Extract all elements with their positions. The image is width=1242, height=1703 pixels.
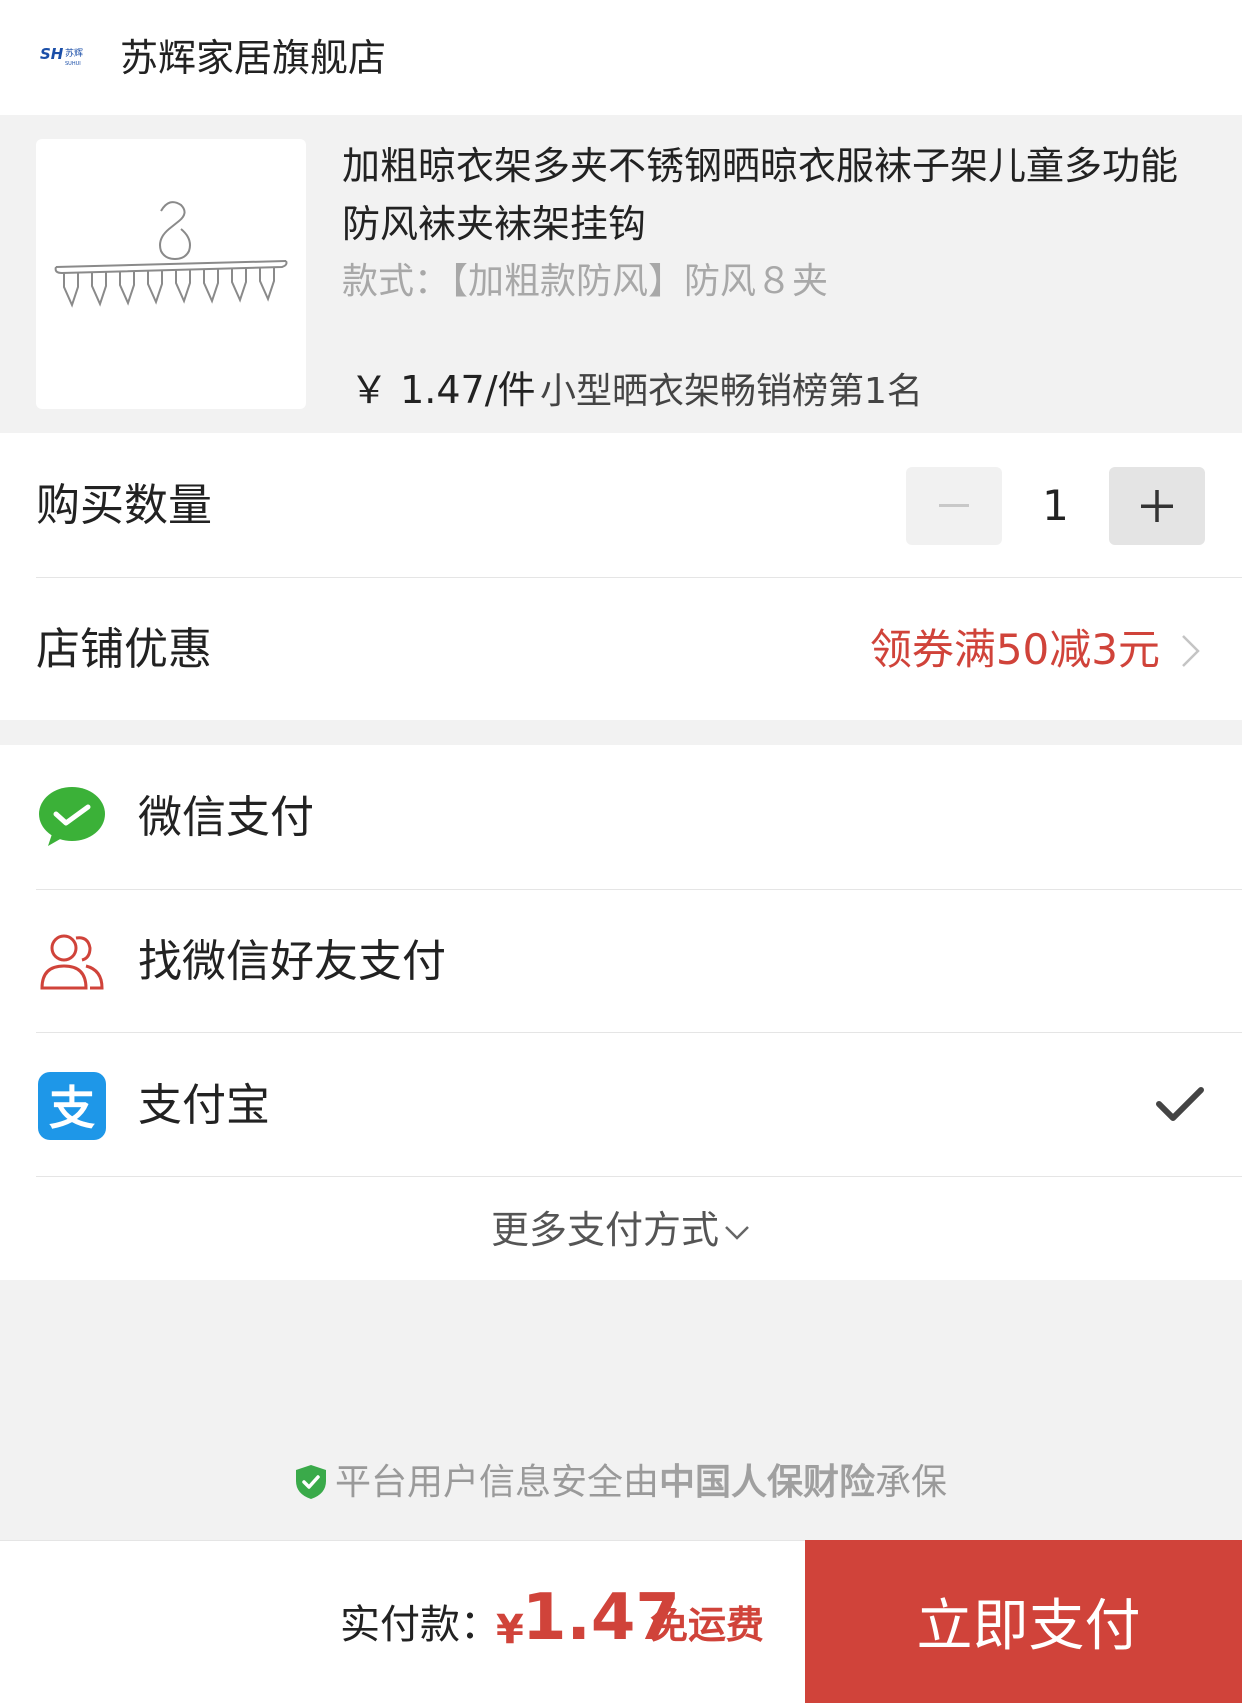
product-unit-price: ￥ 1.47/件	[350, 368, 536, 412]
divider	[36, 1176, 1242, 1177]
quantity-decrease-button[interactable]	[906, 467, 1002, 545]
wechat-pay-icon[interactable]	[38, 784, 106, 852]
check-icon	[1156, 1087, 1204, 1121]
security-prefix: 平台用户信息安全由	[334, 1462, 659, 1503]
quantity-label: 购买数量	[36, 480, 212, 531]
product-title: 加粗晾衣架多夹不锈钢晒晾衣服袜子架儿童多功能防风袜夹袜架挂钩	[342, 144, 1179, 246]
shop-name: 苏辉家居旗舰店	[120, 36, 387, 80]
coupon-label: 店铺优惠	[36, 624, 212, 675]
svg-text:SUHUI: SUHUI	[65, 61, 81, 67]
svg-text:苏辉: 苏辉	[65, 47, 83, 59]
chevron-down-icon	[725, 1225, 749, 1240]
shipping-note: 免运费	[650, 1603, 765, 1647]
coupon-value[interactable]: 领券满50减3元	[870, 624, 1160, 676]
divider	[36, 577, 1242, 578]
payment-method-friend[interactable]: 找微信好友支付	[138, 934, 446, 990]
clothes-hanger-icon	[54, 201, 288, 308]
plus-icon	[1141, 490, 1173, 522]
product-image[interactable]	[36, 139, 306, 409]
svg-text:SH: SH	[40, 45, 64, 63]
security-suffix: 承保	[875, 1462, 948, 1503]
friends-pay-icon[interactable]	[38, 928, 106, 996]
total-label: 实付款：	[340, 1602, 500, 1648]
shield-icon	[295, 1465, 326, 1499]
payment-method-alipay[interactable]: 支付宝	[138, 1078, 270, 1134]
more-payment-label: 更多支付方式	[490, 1208, 719, 1252]
quantity-value[interactable]: 1	[1002, 480, 1109, 532]
product-card: 加粗晾衣架多夹不锈钢晒晾衣服袜子架儿童多功能防风袜夹袜架挂钩 款式：【加粗款防风…	[0, 115, 1242, 433]
svg-text:支: 支	[49, 1081, 95, 1135]
security-note: 平台用户信息安全由中国人保财险承保	[0, 1458, 1242, 1508]
payment-method-wechat[interactable]: 微信支付	[138, 790, 314, 846]
pay-now-button[interactable]: 立即支付	[805, 1540, 1242, 1703]
product-spec: 款式：【加粗款防风】防风８夹	[342, 261, 829, 302]
chevron-right-icon[interactable]	[1180, 633, 1202, 669]
shop-logo-icon: SH 苏辉 SUHUI	[40, 45, 83, 67]
product-rank: 小型晒衣架畅销榜第1名	[540, 371, 923, 412]
divider	[36, 889, 1242, 890]
security-brand: 中国人保财险	[658, 1462, 875, 1503]
minus-icon	[939, 504, 969, 507]
total-currency: ¥	[496, 1607, 524, 1653]
divider	[36, 1032, 1242, 1033]
alipay-icon[interactable]: 支	[38, 1072, 106, 1140]
quantity-increase-button[interactable]	[1109, 467, 1205, 545]
more-payment-methods[interactable]: 更多支付方式	[0, 1205, 1242, 1255]
shop-header[interactable]: SH 苏辉 SUHUI 苏辉家居旗舰店	[0, 0, 1242, 115]
